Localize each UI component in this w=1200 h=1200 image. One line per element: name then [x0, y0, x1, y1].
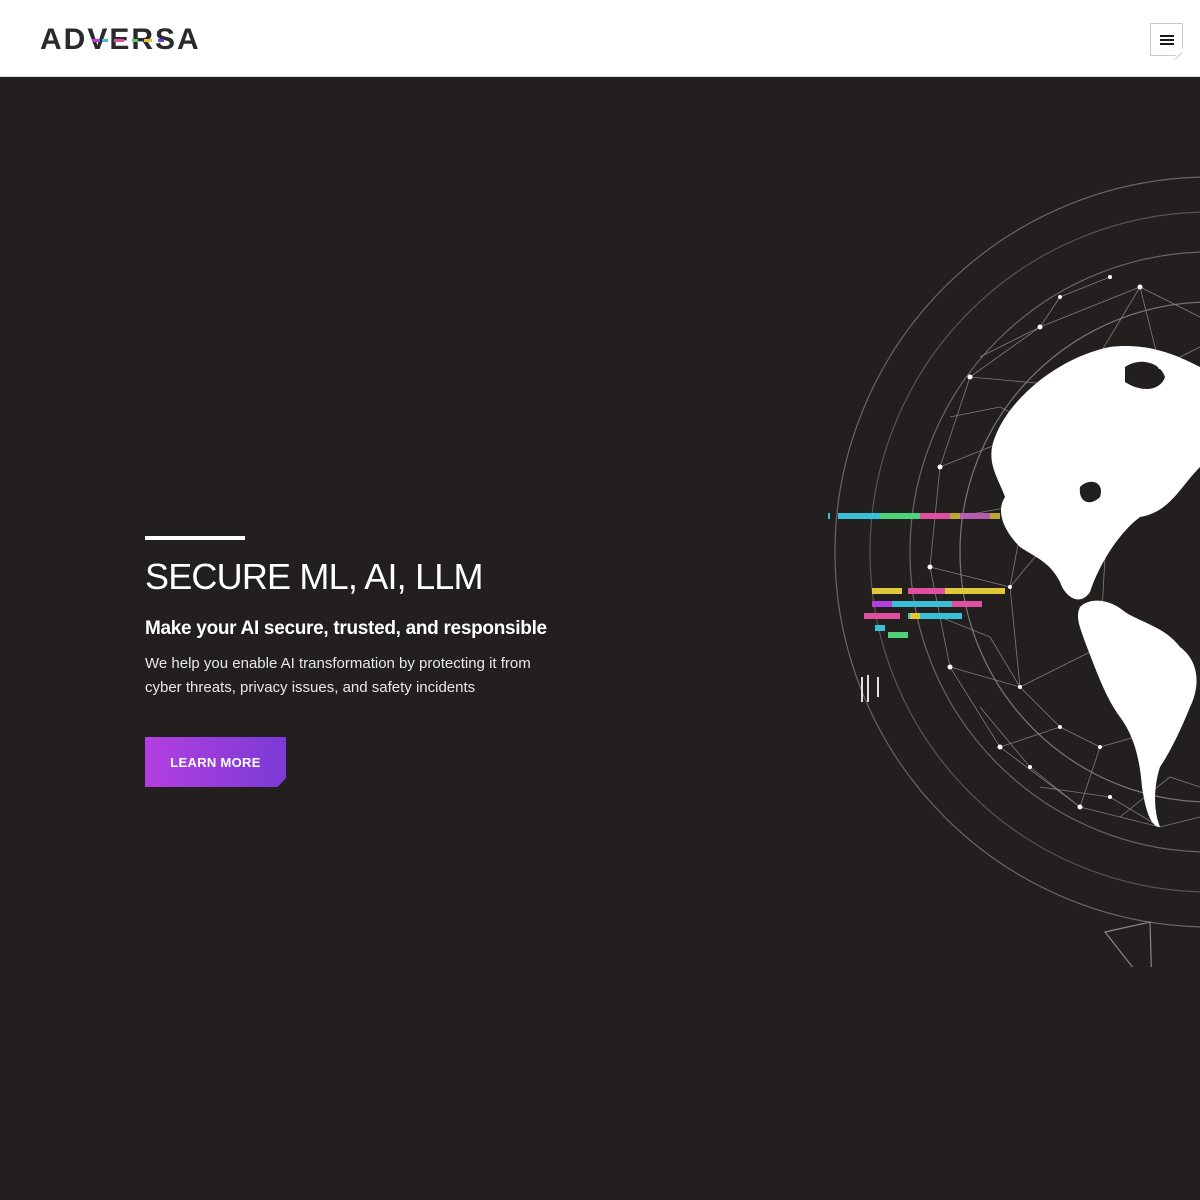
- site-header: ADVERSA: [0, 0, 1200, 77]
- menu-button[interactable]: [1150, 23, 1183, 60]
- hero-description: We help you enable AI transformation by …: [145, 655, 531, 696]
- adversa-logo[interactable]: ADVERSA: [40, 25, 226, 55]
- hero-subheadline: Make your AI secure, trusted, and respon…: [145, 618, 547, 639]
- glitch-bars: [828, 513, 1005, 702]
- hamburger-menu-icon: [1160, 35, 1174, 45]
- hero-headline: SECURE ML, AI, LLM: [145, 556, 484, 597]
- logo-glitch-icon: [92, 39, 164, 42]
- triangle-accent: [1103, 921, 1152, 967]
- continents: [991, 346, 1200, 827]
- headline-accent-bar: [145, 536, 245, 540]
- globe-network-icon: [828, 176, 1200, 967]
- hero-section: SECURE ML, AI, LLM Make your AI secure, …: [0, 77, 1200, 1200]
- learn-more-button[interactable]: LEARN MORE: [145, 737, 286, 787]
